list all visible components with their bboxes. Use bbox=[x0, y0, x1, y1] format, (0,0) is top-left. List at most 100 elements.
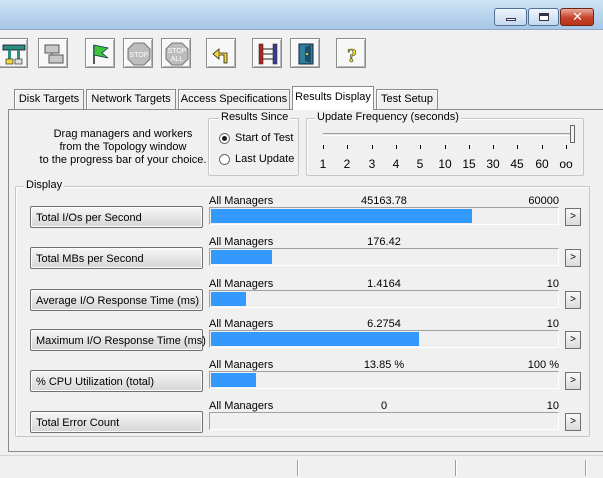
result-value: 6.2754 bbox=[367, 318, 401, 330]
metric-button[interactable]: Total I/Os per Second bbox=[30, 206, 203, 228]
exit-icon bbox=[298, 43, 314, 65]
topology-button[interactable] bbox=[0, 38, 28, 68]
progress-bar-fill bbox=[211, 332, 419, 346]
start-test-icon bbox=[93, 44, 109, 64]
tab-network-targets[interactable]: Network Targets bbox=[86, 89, 176, 109]
slider-tick bbox=[323, 145, 324, 149]
start-of-test-radio[interactable] bbox=[219, 133, 230, 144]
stop-button[interactable]: STOP bbox=[123, 38, 153, 68]
slider-tick bbox=[517, 145, 518, 149]
close-icon: ✕ bbox=[572, 9, 583, 24]
progress-bar[interactable] bbox=[209, 248, 559, 266]
select-result-arrow-button[interactable]: > bbox=[565, 208, 581, 226]
metric-button[interactable]: Total MBs per Second bbox=[30, 247, 203, 269]
slider-tick-label: 3 bbox=[368, 157, 376, 171]
metric-button[interactable]: % CPU Utilization (total) bbox=[30, 370, 203, 392]
manager-label: All Managers bbox=[209, 195, 274, 207]
slider-tick bbox=[493, 145, 494, 149]
start-test-button[interactable] bbox=[85, 38, 115, 68]
minimize-icon bbox=[506, 18, 516, 21]
manager-label: All Managers bbox=[209, 318, 274, 330]
disk-worker-button[interactable] bbox=[38, 38, 68, 68]
topology-icon bbox=[2, 44, 26, 65]
result-value: 176.42 bbox=[367, 236, 401, 248]
slider-tick bbox=[396, 145, 397, 149]
help-button[interactable]: ? bbox=[336, 38, 366, 68]
slider-tick bbox=[542, 145, 543, 149]
slider-tick-label: 15 bbox=[462, 157, 476, 171]
progress-bar-fill bbox=[211, 292, 246, 306]
network-worker-button[interactable] bbox=[252, 38, 282, 68]
last-update-label: Last Update bbox=[235, 153, 295, 165]
last-update-radio[interactable] bbox=[219, 154, 230, 165]
hint-line: Drag managers and workers bbox=[53, 128, 193, 140]
tab-test-setup[interactable]: Test Setup bbox=[376, 89, 438, 109]
progress-bar[interactable] bbox=[209, 371, 559, 389]
stop-all-text-top: STOP bbox=[168, 48, 187, 55]
start-of-test-label: Start of Test bbox=[235, 132, 294, 144]
select-result-arrow-button[interactable]: > bbox=[565, 372, 581, 390]
title-bar: ✕ bbox=[0, 0, 603, 30]
result-value: 13.85 % bbox=[363, 359, 405, 371]
slider-tick-label: 2 bbox=[343, 157, 351, 171]
slider-tick bbox=[445, 145, 446, 149]
slider-tick bbox=[420, 145, 421, 149]
slider-tick bbox=[347, 145, 348, 149]
metric-button[interactable]: Maximum I/O Response Time (ms) bbox=[30, 329, 206, 351]
progress-bar-fill bbox=[211, 209, 472, 223]
minimize-button[interactable] bbox=[494, 8, 527, 26]
update-frequency-slider-thumb[interactable] bbox=[570, 125, 575, 143]
progress-bar[interactable] bbox=[209, 330, 559, 348]
slider-tick bbox=[566, 145, 567, 149]
stop-all-icon: STOP ALL bbox=[165, 42, 189, 66]
result-value: 1.4164 bbox=[367, 278, 401, 290]
hint-line: to the progress bar of your choice. bbox=[39, 154, 207, 166]
reset-workers-button[interactable] bbox=[206, 38, 236, 68]
status-separator bbox=[455, 460, 456, 476]
results-since-title: Results Since bbox=[219, 111, 291, 123]
result-value: 0 bbox=[380, 400, 388, 412]
status-separator bbox=[297, 460, 298, 476]
progress-bar-fill bbox=[211, 373, 256, 387]
maximize-icon bbox=[539, 13, 549, 21]
result-max: 100 % bbox=[527, 359, 559, 371]
progress-bar[interactable] bbox=[209, 207, 559, 225]
slider-tick-label: oo bbox=[559, 157, 573, 171]
metric-button[interactable]: Average I/O Response Time (ms) bbox=[30, 289, 203, 311]
stop-text: STOP bbox=[130, 52, 149, 59]
network-icon bbox=[258, 43, 278, 65]
manager-label: All Managers bbox=[209, 278, 274, 290]
maximize-button[interactable] bbox=[528, 8, 559, 26]
tab-results-display[interactable]: Results Display bbox=[292, 86, 374, 110]
progress-bar-fill bbox=[211, 250, 272, 264]
select-result-arrow-button[interactable]: > bbox=[565, 291, 581, 309]
drag-hint-text: Drag managers and workers from the Topol… bbox=[28, 128, 218, 167]
slider-tick bbox=[469, 145, 470, 149]
results-since-group: Results Since bbox=[208, 111, 299, 176]
tab-disk-targets[interactable]: Disk Targets bbox=[14, 89, 84, 109]
tab-access-specifications[interactable]: Access Specifications bbox=[178, 89, 290, 109]
stop-all-button[interactable]: STOP ALL bbox=[161, 38, 191, 68]
result-value: 45163.78 bbox=[361, 195, 407, 207]
select-result-arrow-button[interactable]: > bbox=[565, 331, 581, 349]
slider-tick-label: 5 bbox=[416, 157, 424, 171]
slider-tick-label: 10 bbox=[438, 157, 452, 171]
help-icon: ? bbox=[347, 45, 358, 67]
result-max: 10 bbox=[546, 318, 559, 330]
result-max: 10 bbox=[546, 278, 559, 290]
manager-label: All Managers bbox=[209, 236, 274, 248]
progress-bar[interactable] bbox=[209, 412, 559, 430]
slider-tick-label: 30 bbox=[486, 157, 500, 171]
exit-button[interactable] bbox=[290, 38, 320, 68]
slider-tick-label: 4 bbox=[392, 157, 400, 171]
hint-line: from the Topology window bbox=[59, 141, 187, 153]
metric-button[interactable]: Total Error Count bbox=[30, 411, 203, 433]
select-result-arrow-button[interactable]: > bbox=[565, 413, 581, 431]
update-frequency-slider-track[interactable] bbox=[323, 133, 573, 136]
select-result-arrow-button[interactable]: > bbox=[565, 249, 581, 267]
slider-tick bbox=[372, 145, 373, 149]
close-button[interactable]: ✕ bbox=[560, 8, 594, 26]
slider-tick-label: 1 bbox=[319, 157, 327, 171]
status-bar bbox=[0, 455, 603, 478]
progress-bar[interactable] bbox=[209, 290, 559, 308]
